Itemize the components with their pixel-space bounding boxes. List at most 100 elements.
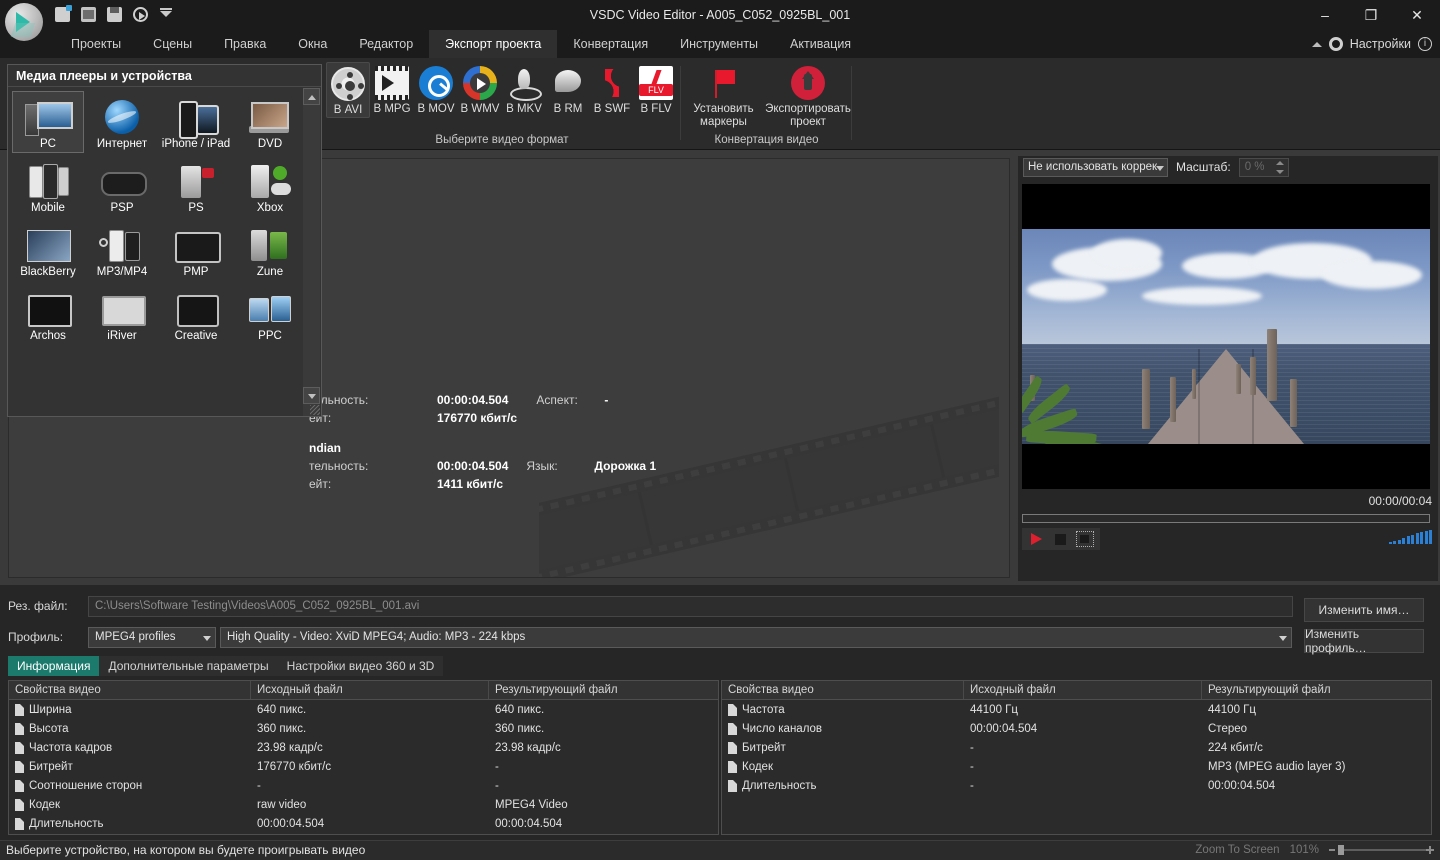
menu-windows[interactable]: Окна <box>282 30 343 58</box>
table-row[interactable]: Кодек raw video MPEG4 Video <box>9 795 718 814</box>
stepper-down-icon[interactable] <box>1275 169 1284 174</box>
device-pc[interactable]: PC <box>12 91 84 153</box>
cell-source: 640 пикс. <box>257 703 307 716</box>
menu-scenes[interactable]: Сцены <box>137 30 208 58</box>
tab-additional-parameters[interactable]: Дополнительные параметры <box>99 656 278 676</box>
play-button[interactable] <box>1028 531 1046 547</box>
zoom-out-icon[interactable] <box>1329 849 1335 851</box>
audio-col-property[interactable]: Свойства видео <box>722 681 964 699</box>
menu-export-project[interactable]: Экспорт проекта <box>429 30 558 58</box>
minimize-button[interactable]: – <box>1302 0 1348 30</box>
table-row[interactable]: Частота кадров 23.98 кадр/с 23.98 кадр/с <box>9 738 718 757</box>
device-dvd[interactable]: DVD <box>234 91 306 153</box>
properties-tables: Свойства видео Исходный файл Результирую… <box>8 680 1432 835</box>
menu-tools[interactable]: Инструменты <box>664 30 774 58</box>
device-zune[interactable]: Zune <box>234 219 306 281</box>
profile-family-select[interactable]: MPEG4 profiles <box>88 626 216 648</box>
menu-activation[interactable]: Активация <box>774 30 867 58</box>
cell-source: - <box>970 779 974 792</box>
correction-select[interactable]: Не использовать коррек <box>1023 157 1168 177</box>
zoom-slider[interactable] <box>1329 844 1434 856</box>
device-ps[interactable]: PS <box>160 155 232 217</box>
stepper-up-icon[interactable] <box>1275 160 1284 165</box>
video-aspect-key: Аспект: <box>536 393 578 407</box>
stop-button[interactable] <box>1052 531 1070 547</box>
table-row[interactable]: Ширина 640 пикс. 640 пикс. <box>9 700 718 719</box>
chevron-up-icon[interactable] <box>1311 41 1322 47</box>
maximize-button[interactable]: ❐ <box>1348 0 1394 30</box>
device-panel-scrollbar[interactable] <box>303 88 320 416</box>
export-project-button[interactable]: Экспортировать проект <box>765 62 851 129</box>
open-project-icon[interactable] <box>81 7 96 22</box>
save-project-icon[interactable] <box>107 7 122 22</box>
scroll-up-icon[interactable] <box>303 88 320 105</box>
menu-edit[interactable]: Правка <box>208 30 282 58</box>
change-profile-button[interactable]: Изменить профиль… <box>1304 627 1424 655</box>
table-row[interactable]: Число каналов 00:00:04.504 Стерео <box>722 719 1431 738</box>
zoom-slider-knob[interactable] <box>1338 845 1344 855</box>
format-swf-button[interactable]: В SWF <box>590 62 634 116</box>
more-icon[interactable] <box>159 7 174 22</box>
scroll-down-icon[interactable] <box>303 387 320 404</box>
preview-video-screen[interactable] <box>1022 184 1430 489</box>
device-psp[interactable]: PSP <box>86 155 158 217</box>
correction-select-value: Не использовать коррек <box>1028 160 1158 173</box>
table-row[interactable]: Длительность 00:00:04.504 00:00:04.504 <box>9 814 718 833</box>
preview-seek-bar[interactable] <box>1022 514 1430 523</box>
video-col-result[interactable]: Результирующий файл <box>489 681 718 699</box>
gear-icon[interactable] <box>1328 37 1343 51</box>
menu-conversion[interactable]: Конвертация <box>557 30 664 58</box>
format-flv-label: В FLV <box>640 103 672 115</box>
output-file-path-input[interactable]: C:\Users\Software Testing\Videos\A005_C0… <box>88 595 1293 617</box>
table-row[interactable]: Длительность - 00:00:04.504 <box>722 776 1431 795</box>
menu-editor[interactable]: Редактор <box>343 30 429 58</box>
tab-video-360-3d-settings[interactable]: Настройки видео 360 и 3D <box>277 656 444 676</box>
zoom-in-icon[interactable] <box>1426 846 1434 854</box>
table-row[interactable]: Битрейт - 224 кбит/с <box>722 738 1431 757</box>
device-pmp[interactable]: PMP <box>160 219 232 281</box>
device-ppc[interactable]: PPC <box>234 283 306 345</box>
device-archos[interactable]: Archos <box>12 283 84 345</box>
tab-information[interactable]: Информация <box>8 656 100 676</box>
zoom-to-screen-label[interactable]: Zoom To Screen <box>1195 844 1279 856</box>
fullscreen-button[interactable] <box>1076 531 1094 547</box>
scale-stepper[interactable]: 0 % <box>1238 157 1289 177</box>
cell-source: 176770 кбит/с <box>257 760 332 773</box>
format-wmv-button[interactable]: В WMV <box>458 62 502 116</box>
format-mkv-button[interactable]: В MKV <box>502 62 546 116</box>
device-mobile[interactable]: Mobile <box>12 155 84 217</box>
profile-detail-select[interactable]: High Quality - Video: XviD MPEG4; Audio:… <box>220 626 1292 648</box>
device-iphone-ipad[interactable]: iPhone / iPad <box>160 91 232 153</box>
table-row[interactable]: Кодек - MP3 (MPEG audio layer 3) <box>722 757 1431 776</box>
device-internet[interactable]: Интернет <box>86 91 158 153</box>
close-button[interactable]: ✕ <box>1394 0 1440 30</box>
format-avi-button[interactable]: В AVI <box>326 62 370 118</box>
format-flv-button[interactable]: В FLV <box>634 62 678 116</box>
device-blackberry[interactable]: BlackBerry <box>12 219 84 281</box>
device-creative[interactable]: Creative <box>160 283 232 345</box>
device-xbox[interactable]: Xbox <box>234 155 306 217</box>
new-project-icon[interactable] <box>55 5 72 22</box>
settings-label[interactable]: Настройки <box>1350 37 1411 51</box>
info-icon[interactable]: i <box>1418 37 1432 51</box>
video-col-property[interactable]: Свойства видео <box>9 681 251 699</box>
table-row[interactable]: Битрейт 176770 кбит/с - <box>9 757 718 776</box>
table-row[interactable]: Соотношение сторон - - <box>9 776 718 795</box>
app-logo <box>5 3 43 41</box>
table-row[interactable]: Частота 44100 Гц 44100 Гц <box>722 700 1431 719</box>
format-mpg-button[interactable]: В MPG <box>370 62 414 116</box>
audio-col-result[interactable]: Результирующий файл <box>1202 681 1431 699</box>
resize-grip[interactable] <box>310 405 320 415</box>
play-icon[interactable] <box>133 7 148 22</box>
rename-button[interactable]: Изменить имя… <box>1304 598 1424 622</box>
video-col-source[interactable]: Исходный файл <box>251 681 489 699</box>
device-iriver[interactable]: iRiver <box>86 283 158 345</box>
format-rm-button[interactable]: В RM <box>546 62 590 116</box>
device-mp3-mp4[interactable]: MP3/MP4 <box>86 219 158 281</box>
set-markers-button[interactable]: Установить маркеры <box>684 62 763 129</box>
cell-source: 360 пикс. <box>257 722 307 735</box>
audio-col-source[interactable]: Исходный файл <box>964 681 1202 699</box>
menu-projects[interactable]: Проекты <box>55 30 137 58</box>
table-row[interactable]: Высота 360 пикс. 360 пикс. <box>9 719 718 738</box>
format-mov-button[interactable]: В MOV <box>414 62 458 116</box>
